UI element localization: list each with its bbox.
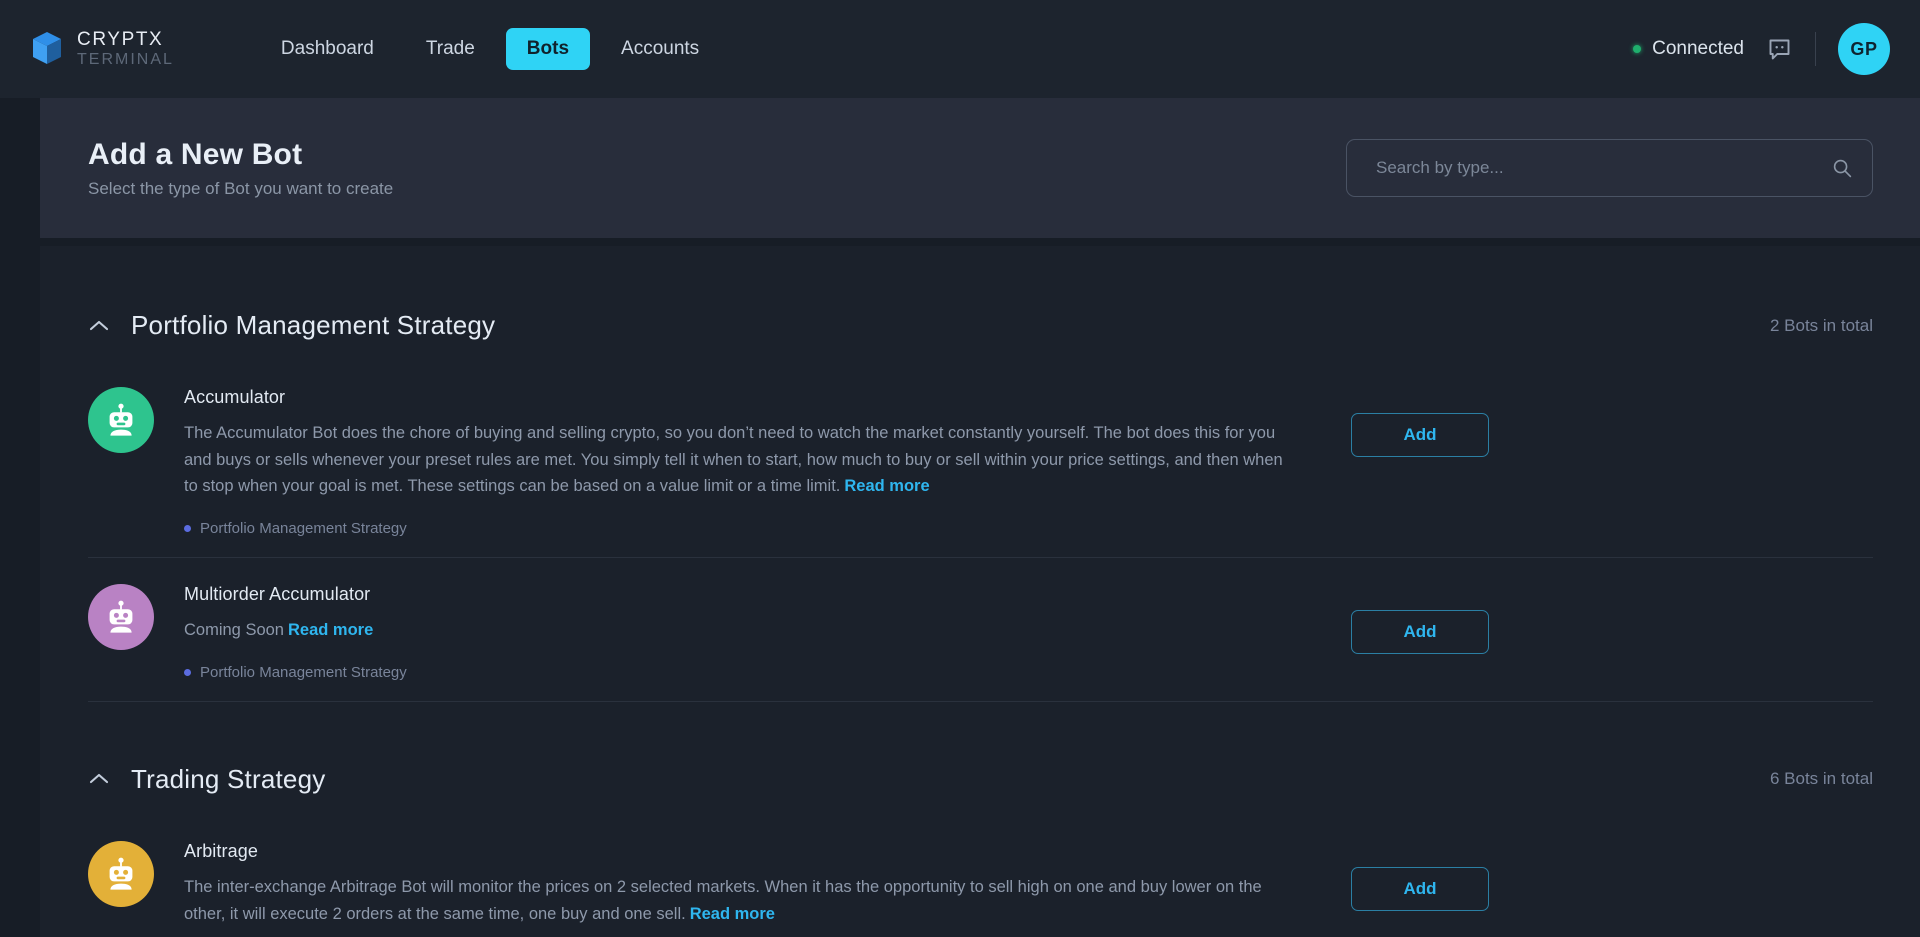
- cube-logo-icon: [30, 30, 64, 68]
- bot-description: Coming Soon Read more: [184, 617, 1289, 644]
- bot-action-area: Add: [1289, 839, 1489, 911]
- nav-item-trade[interactable]: Trade: [405, 28, 496, 70]
- section-bot-count: 2 Bots in total: [1769, 315, 1873, 335]
- bot-description-text: The Accumulator Bot does the chore of bu…: [184, 424, 1283, 496]
- brand-logo[interactable]: CRYPTX TERMINAL: [30, 30, 174, 68]
- top-bar-divider: [1815, 32, 1816, 66]
- nav-item-bots[interactable]: Bots: [505, 28, 591, 70]
- bot-description-text: Coming Soon: [184, 621, 284, 640]
- content-wrapper: Portfolio Management Strategy 2 Bots in …: [0, 246, 1920, 937]
- page-hero: Add a New Bot Select the type of Bot you…: [40, 98, 1920, 238]
- bot-list-item-accumulator[interactable]: Accumulator The Accumulator Bot does the…: [88, 361, 1873, 559]
- bot-avatar: [88, 387, 154, 453]
- brand-name-primary: CRYPTX: [77, 29, 164, 51]
- connection-status-dot: [1633, 45, 1642, 53]
- bot-name: Accumulator: [184, 387, 286, 407]
- section-collapse-toggle[interactable]: Portfolio Management Strategy: [88, 310, 495, 341]
- section-title: Portfolio Management Strategy: [131, 310, 496, 340]
- bot-section-portfolio-management-strategy: Portfolio Management Strategy 2 Bots in …: [88, 296, 1873, 702]
- hero-text-block: Add a New Bot Select the type of Bot you…: [88, 138, 393, 199]
- connection-status-label: Connected: [1652, 38, 1744, 59]
- bot-tag: Portfolio Management Strategy: [184, 520, 407, 537]
- bot-avatar: [88, 584, 154, 651]
- bot-tag-list: Portfolio Management Strategy: [184, 664, 1289, 681]
- section-collapse-toggle[interactable]: Trading Strategy: [88, 764, 325, 795]
- bot-description: The Accumulator Bot does the chore of bu…: [184, 420, 1289, 500]
- page-title: Add a New Bot: [88, 137, 303, 171]
- bot-section-trading-strategy: Trading Strategy 6 Bots in total Arbitra…: [88, 750, 1873, 937]
- bot-list-item-multiorder-accumulator[interactable]: Multiorder Accumulator Coming Soon Read m…: [88, 558, 1873, 702]
- bot-catalog: Portfolio Management Strategy 2 Bots in …: [40, 246, 1920, 937]
- page-subtitle: Select the type of Bot you want to creat…: [88, 178, 394, 198]
- bot-list-item-arbitrage[interactable]: Arbitrage The inter-exchange Arbitrage B…: [88, 815, 1873, 937]
- tag-dot-icon: [184, 525, 191, 533]
- read-more-link[interactable]: Read more: [690, 905, 775, 923]
- bot-avatar: [88, 840, 154, 907]
- connection-status[interactable]: Connected: [1633, 38, 1744, 60]
- user-avatar[interactable]: GP: [1838, 23, 1890, 75]
- chevron-up-icon: [88, 772, 110, 786]
- brand-name-secondary: TERMINAL: [77, 50, 174, 68]
- robot-icon: [102, 401, 140, 439]
- bot-details: Arbitrage The inter-exchange Arbitrage B…: [184, 839, 1289, 927]
- robot-icon: [102, 855, 140, 893]
- top-navigation-bar: CRYPTX TERMINAL Dashboard Trade Bots Acc…: [0, 0, 1920, 98]
- bot-tag-label: Portfolio Management Strategy: [200, 663, 407, 681]
- top-bar-right-cluster: Connected GP: [1633, 0, 1890, 98]
- robot-icon: [102, 598, 140, 636]
- section-bot-count: 6 Bots in total: [1769, 769, 1873, 789]
- chevron-up-icon: [88, 319, 110, 333]
- read-more-link[interactable]: Read more: [288, 621, 373, 639]
- add-bot-button[interactable]: Add: [1351, 866, 1489, 911]
- read-more-link[interactable]: Read more: [844, 477, 929, 495]
- search-icon[interactable]: [1832, 158, 1852, 178]
- bot-name: Arbitrage: [184, 840, 258, 861]
- bot-action-area: Add: [1289, 385, 1489, 457]
- add-bot-button[interactable]: Add: [1351, 610, 1489, 655]
- search-box[interactable]: [1346, 139, 1873, 197]
- bot-tag-list: Portfolio Management Strategy: [184, 520, 1289, 537]
- bot-details: Multiorder Accumulator Coming Soon Read m…: [184, 582, 1289, 681]
- hero-wrapper: Add a New Bot Select the type of Bot you…: [0, 98, 1920, 238]
- bot-details: Accumulator The Accumulator Bot does the…: [184, 385, 1289, 537]
- nav-item-dashboard[interactable]: Dashboard: [260, 28, 395, 70]
- bot-action-area: Add: [1289, 582, 1489, 655]
- section-header: Portfolio Management Strategy 2 Bots in …: [88, 296, 1873, 361]
- bot-tag: Portfolio Management Strategy: [184, 664, 407, 681]
- add-bot-button[interactable]: Add: [1351, 413, 1489, 457]
- bot-tag-label: Portfolio Management Strategy: [200, 520, 407, 538]
- nav-item-accounts[interactable]: Accounts: [600, 28, 720, 70]
- bot-name: Multiorder Accumulator: [184, 584, 371, 605]
- section-header: Trading Strategy 6 Bots in total: [88, 750, 1873, 815]
- bot-description: The inter-exchange Arbitrage Bot will mo…: [184, 874, 1289, 927]
- main-nav: Dashboard Trade Bots Accounts: [260, 28, 720, 70]
- section-title: Trading Strategy: [131, 763, 326, 794]
- tag-dot-icon: [184, 668, 191, 676]
- chat-bubble-icon[interactable]: [1766, 36, 1793, 63]
- search-input[interactable]: [1376, 158, 1832, 178]
